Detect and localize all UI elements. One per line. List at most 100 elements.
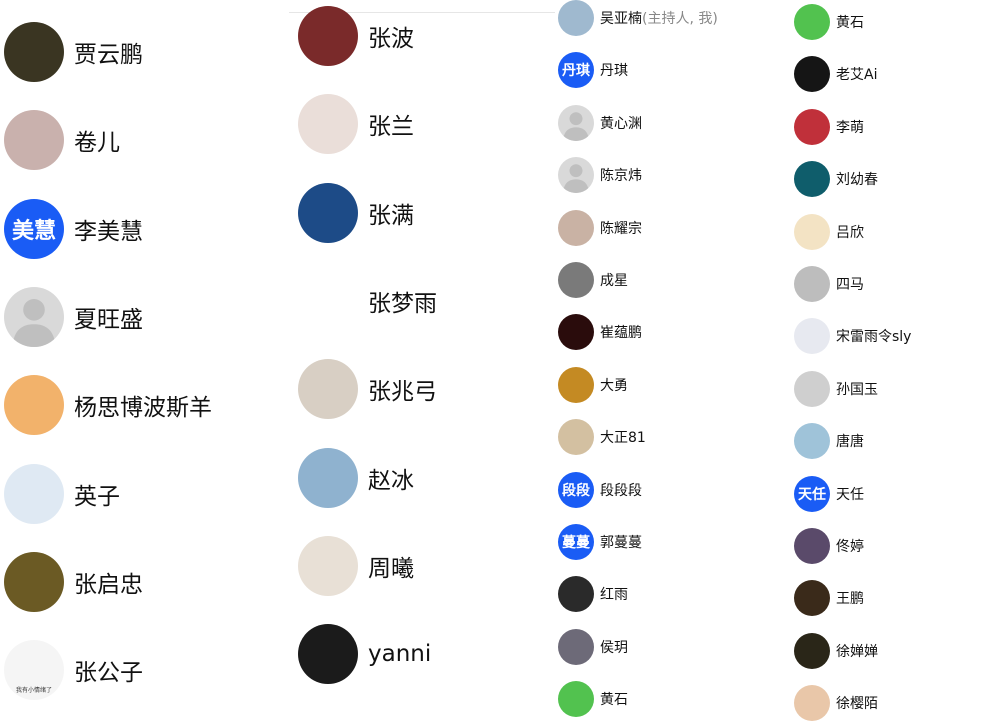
participant-name: 红雨 <box>600 587 628 604</box>
participant-row[interactable]: 赵冰 <box>298 447 414 508</box>
participant-row[interactable]: 杨思博波斯羊 <box>4 375 212 436</box>
participant-row[interactable]: 刘幼春 <box>794 161 878 198</box>
participant-row[interactable]: 唐唐 <box>794 423 864 460</box>
participant-row[interactable]: 贾云鹏 <box>4 22 143 82</box>
participant-row[interactable]: 周曦 <box>298 535 414 596</box>
red-dark-pattern-photo <box>558 314 594 351</box>
blurred-portrait-photo <box>4 110 64 171</box>
participant-row[interactable]: 成星 <box>558 262 628 298</box>
beach-child-photo <box>794 423 830 460</box>
woman-red-dress-photo <box>298 535 358 596</box>
default-person-icon <box>558 104 594 141</box>
participant-row[interactable]: 张兰 <box>298 94 414 155</box>
participant-row[interactable]: 美慧 李美慧 <box>4 198 143 259</box>
planet-space-photo <box>298 182 358 243</box>
participant-name: 刘幼春 <box>836 172 878 189</box>
avatar-caption: 我有小情绪了 <box>15 687 52 695</box>
initials-avatar: 段段 <box>558 471 594 508</box>
participant-name: 杨思博波斯羊 <box>74 395 212 422</box>
participant-row[interactable]: 侯玥 <box>558 628 628 665</box>
initials-avatar: 蔓蔓 <box>558 524 594 560</box>
participant-name: 张兆弓 <box>368 379 437 406</box>
participant-row[interactable]: 大正81 <box>558 419 646 456</box>
participant-row[interactable]: 吴亚楠 (主持人, 我) <box>558 0 718 36</box>
participant-row[interactable]: 张梦雨 <box>298 270 437 331</box>
white-cat-dark-photo <box>558 576 594 613</box>
participant-name: 徐婵婵 <box>836 643 878 660</box>
flower-portrait-photo <box>794 685 830 721</box>
participant-row[interactable]: 吕欣 <box>794 213 864 250</box>
participant-row[interactable]: 张兆弓 <box>298 359 437 420</box>
participant-row[interactable]: 佟婷 <box>794 528 864 564</box>
initials-avatar: 美慧 <box>4 198 64 259</box>
participant-name: 成星 <box>600 273 628 289</box>
hat-man-teal-photo <box>794 161 830 198</box>
participant-name: 英子 <box>74 483 120 510</box>
participant-row[interactable]: 英子 <box>4 463 120 524</box>
participant-row[interactable]: yanni <box>298 624 432 685</box>
participant-name: 王鹏 <box>836 591 864 608</box>
participant-row[interactable]: 陈京炜 <box>558 157 642 194</box>
woman-portrait-photo <box>794 528 830 564</box>
dark-branch-photo <box>794 632 830 669</box>
meme-cat-sketch-photo: 我有小情绪了 <box>4 640 64 701</box>
participant-row[interactable]: 张启忠 <box>4 551 143 612</box>
participant-row[interactable]: 孙国玉 <box>794 370 878 407</box>
participant-row[interactable]: 张波 <box>298 6 414 66</box>
participant-row[interactable]: 四马 <box>794 266 864 302</box>
participant-name: 宋雷雨令sly <box>836 329 912 346</box>
beach-horizon-photo <box>558 419 594 456</box>
participant-name: 徐樱陌 <box>836 696 878 713</box>
sculpture-art-photo <box>298 359 358 420</box>
participant-row[interactable]: 天任 天任 <box>794 475 864 512</box>
participant-name: 张启忠 <box>74 571 143 598</box>
golden-silhouette-photo <box>558 366 594 403</box>
participant-name: 张兰 <box>368 114 414 141</box>
participant-row[interactable]: 黄心渊 <box>558 104 642 141</box>
participant-name: 佟婷 <box>836 539 864 555</box>
beach-couple-photo <box>298 447 358 508</box>
white-feather-photo <box>794 318 830 355</box>
colorful-art-photo <box>794 580 830 617</box>
participant-name: 黄石 <box>600 692 628 709</box>
participant-name: 周曦 <box>368 555 414 582</box>
participant-row[interactable]: 红雨 <box>558 576 628 613</box>
participant-name: 卷儿 <box>74 130 120 157</box>
participant-row[interactable]: 李萌 <box>794 108 864 145</box>
participant-name: 李美慧 <box>74 218 143 245</box>
dark-eyes-art-photo <box>298 624 358 685</box>
participant-name: 黄石 <box>836 15 864 31</box>
participant-name: 夏旺盛 <box>74 306 143 333</box>
participant-row[interactable]: 徐婵婵 <box>794 632 878 669</box>
participant-row[interactable]: 卷儿 <box>4 110 120 171</box>
participant-row[interactable]: 崔蕴鹏 <box>558 314 642 351</box>
host-tag: (主持人, 我) <box>642 11 718 27</box>
participant-name: 崔蕴鹏 <box>600 325 642 342</box>
participant-row[interactable]: 段段 段段段 <box>558 471 642 508</box>
participant-name: 陈耀宗 <box>600 220 642 237</box>
participant-row[interactable]: 宋雷雨令sly <box>794 318 912 355</box>
participant-row[interactable]: 黄石 <box>794 4 864 40</box>
participant-row[interactable]: 蔓蔓 郭蔓蔓 <box>558 524 642 560</box>
participant-name: 张公子 <box>74 660 143 687</box>
sketch-portrait-photo <box>794 370 830 407</box>
participant-row[interactable]: 丹琪 丹琪 <box>558 52 628 89</box>
participant-name: 大正81 <box>600 430 646 447</box>
woman-green-dress-photo <box>298 6 358 66</box>
participant-name: 贾云鹏 <box>74 42 143 68</box>
participant-row[interactable]: 徐樱陌 <box>794 685 878 721</box>
participant-name: 郭蔓蔓 <box>600 535 642 551</box>
map-illustration-photo <box>558 0 594 36</box>
participant-row[interactable]: 夏旺盛 <box>4 286 143 347</box>
participant-name: yanni <box>368 641 432 668</box>
participant-row[interactable]: 张满 <box>298 182 414 243</box>
participant-row[interactable]: 老艾Ai <box>794 56 877 93</box>
participant-row[interactable]: 陈耀宗 <box>558 209 642 246</box>
participant-row[interactable]: 王鹏 <box>794 580 864 617</box>
participant-row[interactable]: 大勇 <box>558 366 628 403</box>
cartoon-character-photo <box>794 213 830 250</box>
participant-name: 张梦雨 <box>368 290 437 317</box>
participant-row[interactable]: 我有小情绪了 张公子 <box>4 640 143 701</box>
participant-name: 大勇 <box>600 377 628 394</box>
participant-row[interactable]: 黄石 <box>558 681 628 718</box>
